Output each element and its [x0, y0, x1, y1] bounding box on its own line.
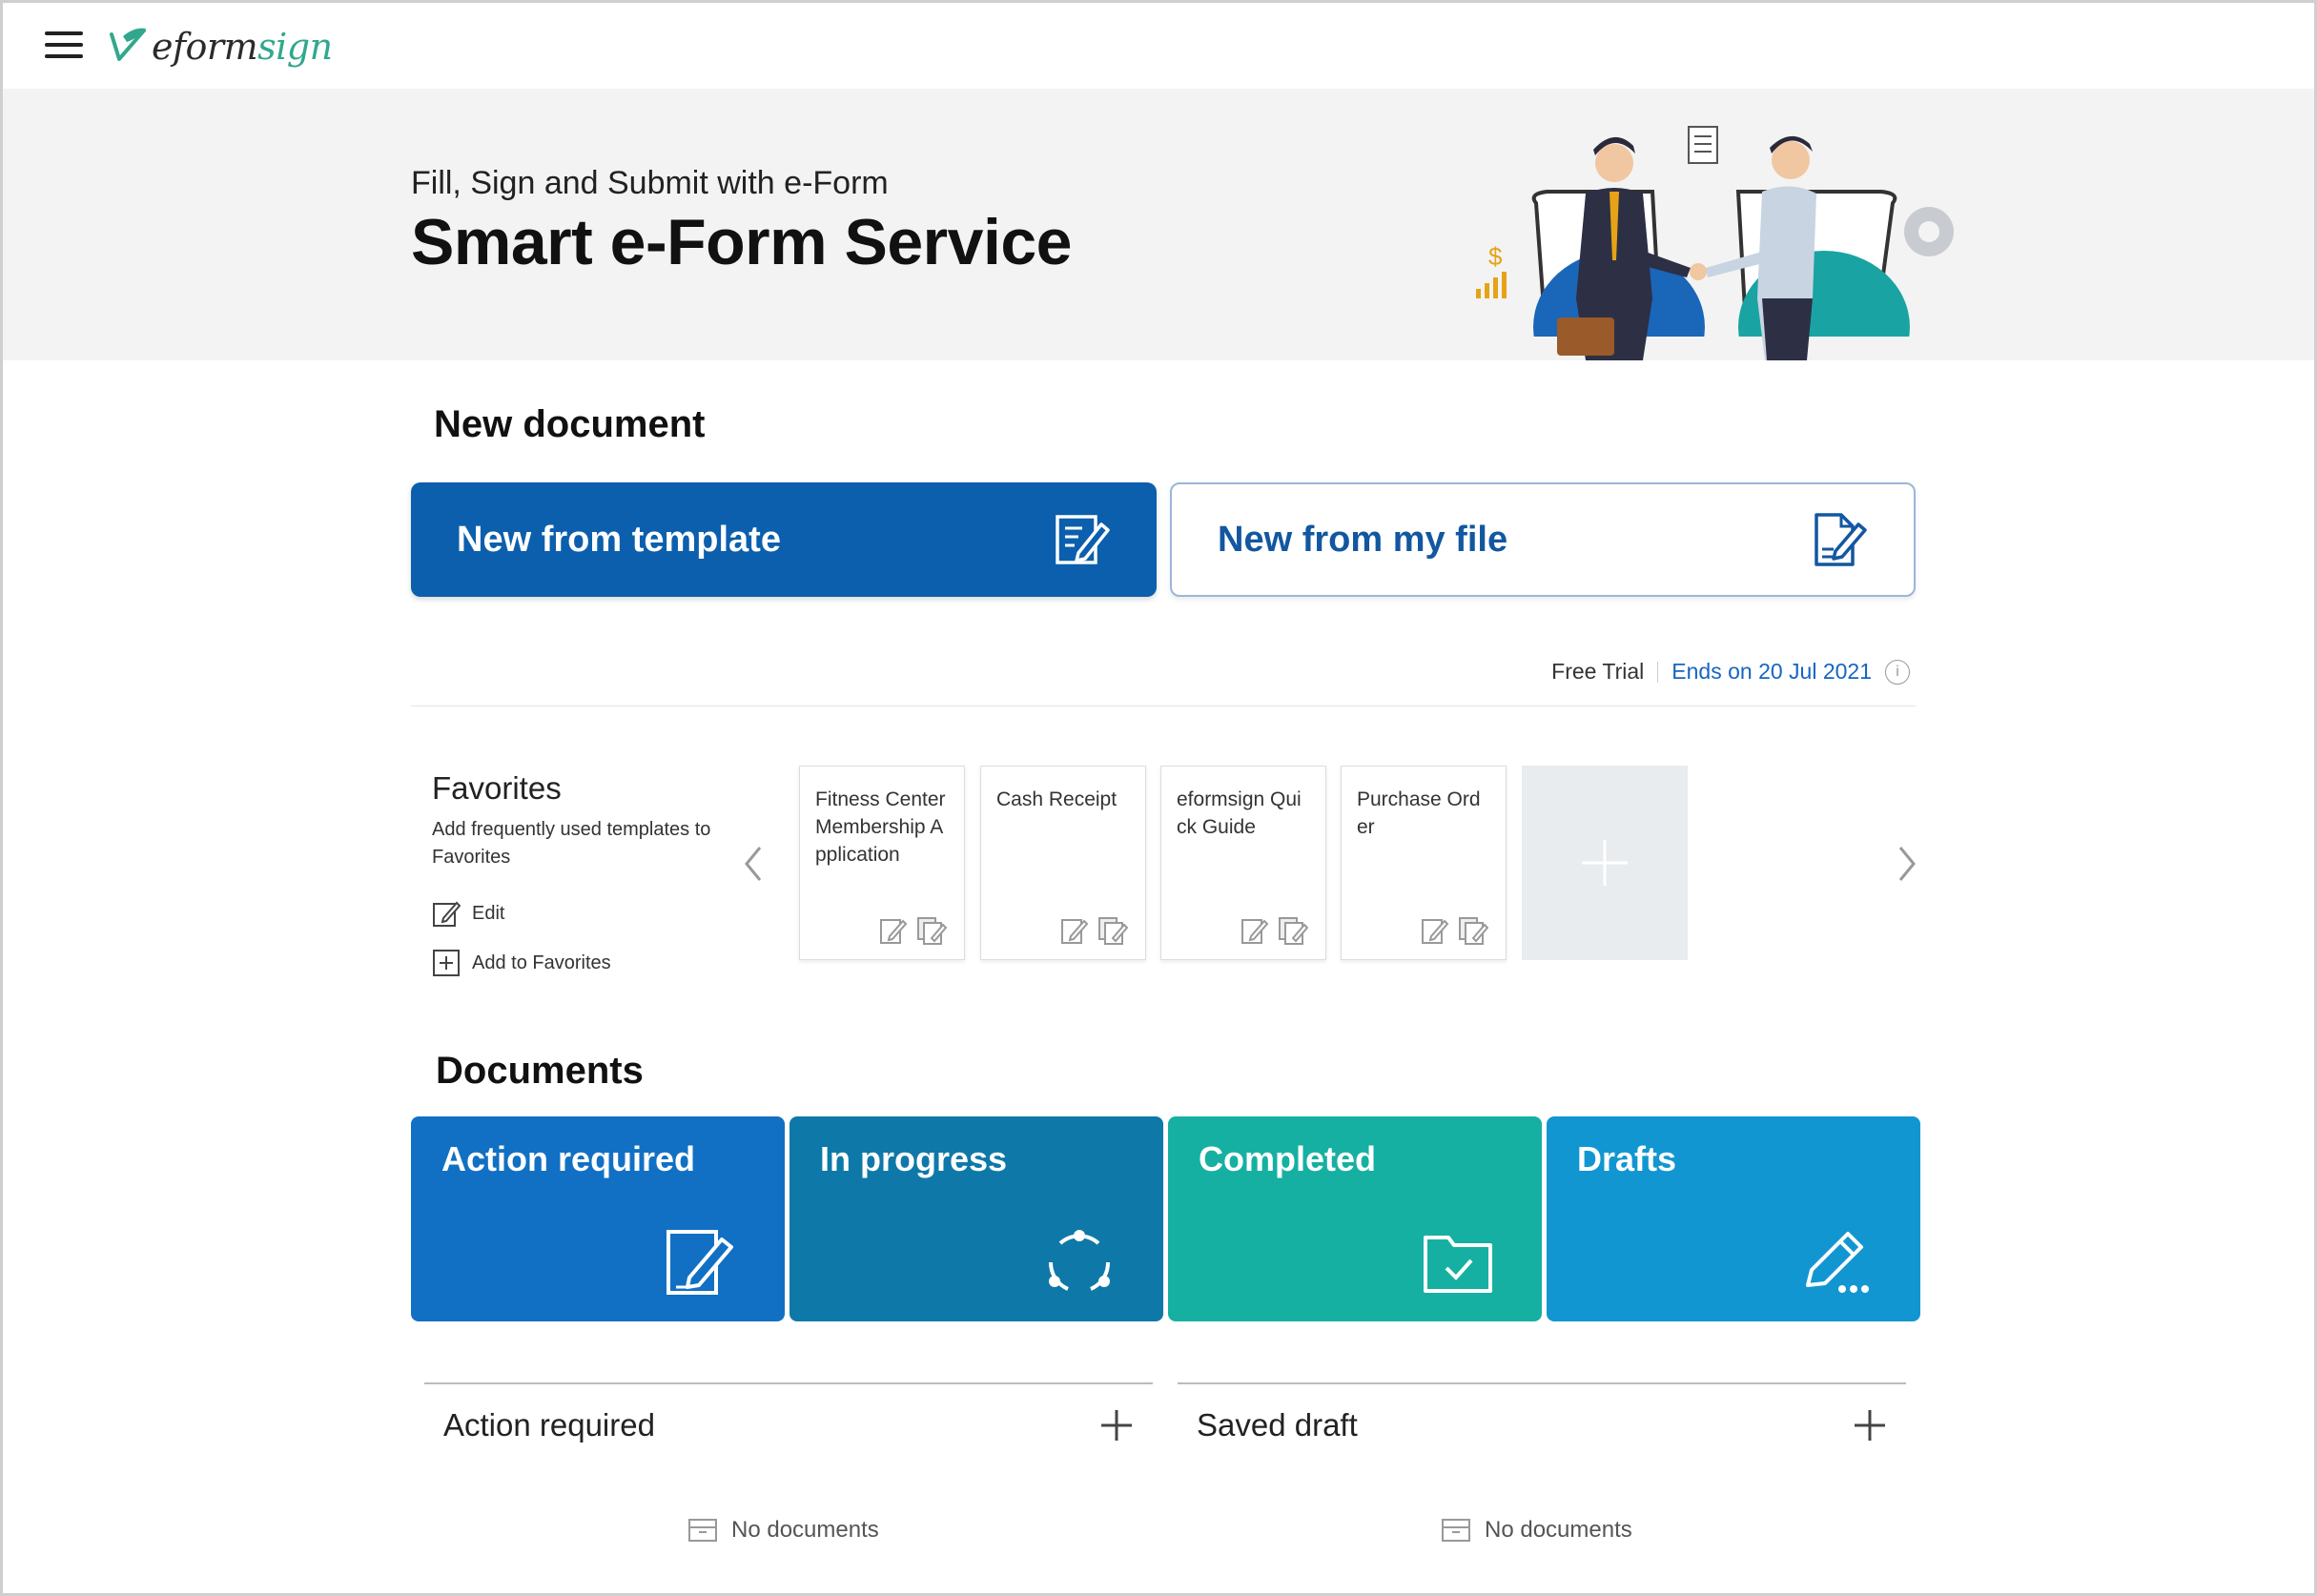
new-document-heading: New document: [434, 403, 706, 445]
hero-banner: Fill, Sign and Submit with e-Form Smart …: [3, 89, 2314, 360]
empty-message: No documents: [1485, 1517, 1632, 1543]
saved-draft-list-header: Saved draft: [1178, 1382, 1906, 1466]
file-edit-icon: [1815, 513, 1867, 566]
action-required-empty-state: No documents: [687, 1517, 879, 1544]
new-document-icon[interactable]: [1420, 915, 1450, 946]
hero-title: Smart e-Form Service: [411, 206, 1072, 278]
progress-cycle-icon: [1048, 1230, 1111, 1291]
tile-drafts[interactable]: Drafts: [1547, 1116, 1920, 1321]
copy-document-icon[interactable]: [1278, 915, 1308, 946]
copy-document-icon[interactable]: [1458, 915, 1488, 946]
info-icon[interactable]: i: [1885, 659, 1910, 685]
empty-message: No documents: [731, 1517, 879, 1543]
new-from-template-button[interactable]: New from template: [411, 482, 1157, 597]
expand-plus-icon[interactable]: [1853, 1408, 1887, 1443]
svg-text:$: $: [1488, 242, 1503, 271]
documents-heading: Documents: [436, 1050, 644, 1092]
pencil-draft-icon: [1806, 1232, 1869, 1293]
hero-subtitle: Fill, Sign and Submit with e-Form: [411, 165, 889, 201]
folder-check-icon: [1424, 1236, 1492, 1293]
tile-label: In progress: [820, 1139, 1008, 1178]
favorite-card[interactable]: Purchase Order: [1341, 766, 1507, 960]
edit-icon: [433, 901, 461, 927]
favorite-card[interactable]: Cash Receipt: [980, 766, 1146, 960]
new-from-my-file-label: New from my file: [1218, 519, 1508, 560]
add-to-favorites-button[interactable]: Add to Favorites: [432, 949, 611, 977]
favorite-card[interactable]: Fitness Center Membership Application: [799, 766, 965, 960]
favorites-edit-label: Edit: [472, 902, 505, 924]
tile-label: Completed: [1199, 1139, 1377, 1178]
new-from-template-label: New from template: [457, 519, 781, 560]
saved-draft-list-title: Saved draft: [1197, 1407, 1358, 1443]
add-favorite-card[interactable]: [1522, 766, 1688, 960]
favorites-description: Add frequently used templates to Favorit…: [432, 819, 711, 868]
copy-document-icon[interactable]: [916, 915, 947, 946]
trial-separator: [1657, 661, 1659, 683]
favorite-card[interactable]: eformsign Quick Guide: [1160, 766, 1326, 960]
favorites-edit-button[interactable]: Edit: [432, 899, 504, 928]
logo-leaf-icon: [110, 28, 146, 61]
add-box-icon: [433, 950, 460, 976]
tile-completed[interactable]: Completed: [1168, 1116, 1542, 1321]
tile-action-required[interactable]: Action required: [411, 1116, 785, 1321]
trial-label: Free Trial: [1551, 659, 1645, 684]
trial-end-date: Ends on 20 Jul 2021: [1671, 659, 1872, 684]
action-required-list-header: Action required: [424, 1382, 1153, 1466]
favorite-card-label: eformsign Quick Guide: [1177, 788, 1302, 838]
carousel-prev-icon[interactable]: [737, 840, 771, 888]
app-window: eformsign Fill, Sign and Submit with e-F…: [0, 0, 2317, 1596]
favorite-card-label: Fitness Center Membership Application: [815, 788, 946, 866]
top-bar: eformsign: [3, 3, 2314, 89]
expand-plus-icon[interactable]: [1099, 1408, 1134, 1443]
tile-label: Action required: [441, 1139, 696, 1178]
action-required-list-title: Action required: [443, 1407, 655, 1443]
new-from-my-file-button[interactable]: New from my file: [1170, 482, 1916, 597]
template-edit-icon: [1056, 515, 1110, 564]
eformsign-logo[interactable]: eformsign: [106, 20, 333, 73]
trial-status: Free Trial Ends on 20 Jul 2021 i: [1551, 659, 1910, 685]
empty-inbox-icon: [1442, 1519, 1470, 1542]
empty-inbox-icon: [688, 1519, 717, 1542]
hamburger-menu-icon[interactable]: [45, 31, 83, 60]
logo-text: eformsign: [152, 26, 333, 68]
favorite-card-label: Purchase Order: [1357, 788, 1481, 838]
saved-draft-empty-state: No documents: [1441, 1517, 1632, 1544]
new-document-icon[interactable]: [1240, 915, 1270, 946]
carousel-next-icon[interactable]: [1889, 840, 1923, 888]
tile-label: Drafts: [1577, 1139, 1677, 1178]
new-document-icon[interactable]: [878, 915, 909, 946]
add-to-favorites-label: Add to Favorites: [472, 951, 611, 973]
tile-in-progress[interactable]: In progress: [789, 1116, 1163, 1321]
handshake-illustration: $: [1476, 126, 1954, 360]
favorites-title: Favorites: [432, 770, 562, 806]
favorite-card-label: Cash Receipt: [996, 788, 1117, 810]
plus-icon: [1582, 840, 1628, 886]
new-document-icon[interactable]: [1059, 915, 1090, 946]
copy-document-icon[interactable]: [1097, 915, 1128, 946]
edit-document-icon: [666, 1230, 733, 1295]
